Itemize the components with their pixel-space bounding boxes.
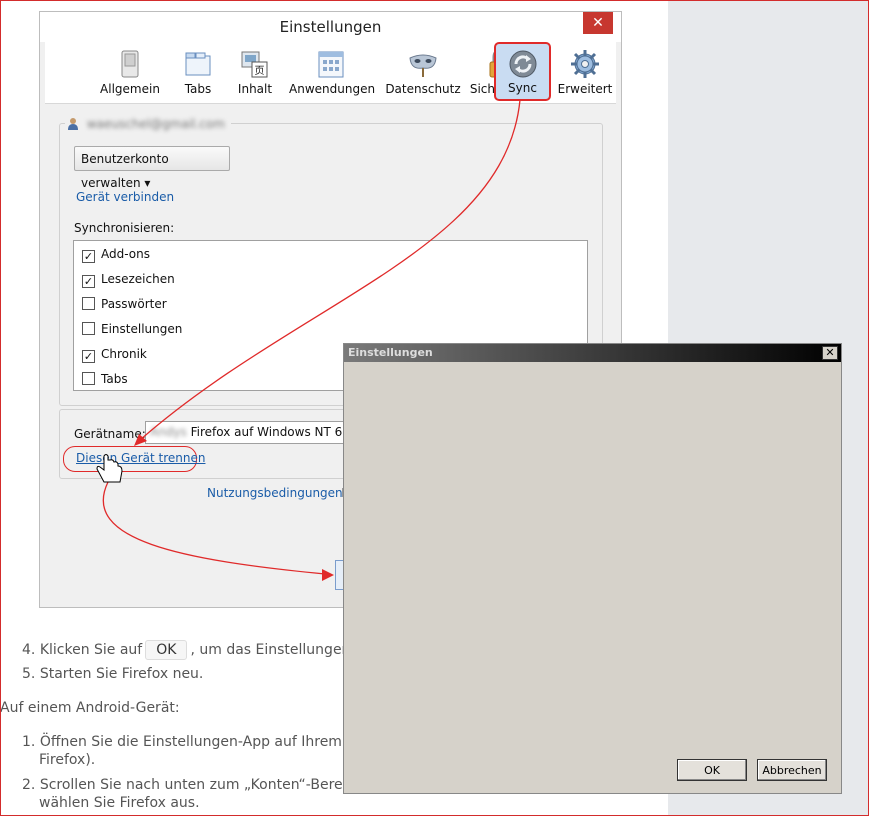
step-5: 5. Starten Sie Firefox neu. (22, 666, 204, 682)
tab-tabs[interactable]: Tabs (173, 44, 223, 100)
disconnect-device-link[interactable]: Diesen Gerät trennen (76, 451, 205, 465)
account-header: waeuschel@gmail.com (65, 117, 231, 131)
user-icon (67, 117, 83, 131)
android-step-1: 1. Öffnen Sie die Einstellungen-App auf … (22, 734, 357, 750)
account-email: waeuschel@gmail.com (86, 117, 225, 131)
mask-icon (409, 54, 437, 77)
close-icon[interactable]: ✕ (822, 346, 838, 360)
ok-button[interactable]: OK (677, 759, 747, 781)
tab-label: Sync (508, 81, 537, 95)
tab-label: Tabs (184, 82, 212, 96)
overlay-title: Einstellungen (348, 346, 433, 359)
sync-heading: Synchronisieren: (74, 221, 175, 235)
device-name-input[interactable]: Andys Firefox auf Windows NT 6.2; W (145, 421, 365, 444)
android-step-2-cont: wählen Sie Firefox aus. (39, 795, 200, 811)
android-heading: Auf einem Android-Gerät: (0, 700, 180, 716)
dialog-titlebar: Einstellungen ✕ (40, 12, 621, 42)
android-step-1-cont: Firefox). (39, 752, 96, 768)
tab-allgemein[interactable]: Allgemein (97, 44, 163, 100)
sync-item-passwords[interactable]: Passwörter (82, 297, 167, 315)
cancel-button[interactable]: Abbrechen (757, 759, 827, 781)
tab-label: Erweitert (557, 82, 613, 96)
tab-label: Datenschutz (385, 82, 461, 96)
content-icon: 页 (241, 51, 268, 78)
applications-icon (318, 51, 344, 78)
checkbox-checked[interactable]: ✓ (82, 250, 95, 263)
settings-overlay-dialog: Einstellungen ✕ OK Abbrechen (343, 343, 842, 794)
sync-item-preferences[interactable]: Einstellungen (82, 322, 182, 340)
overlay-titlebar: Einstellungen ✕ (344, 344, 841, 362)
tab-label: Anwendungen (289, 82, 376, 96)
checkbox-checked[interactable]: ✓ (82, 350, 95, 363)
connect-device-link[interactable]: Gerät verbinden (76, 190, 174, 204)
checkbox-unchecked[interactable] (82, 322, 95, 335)
tab-label: Inhalt (237, 82, 273, 96)
gear-icon (571, 50, 599, 78)
android-step-2: 2. Scrollen Sie nach unten zum „Konten“-… (22, 777, 355, 793)
manage-account-button[interactable]: Benutzerkonto verwalten ▾ (74, 146, 230, 190)
tabs-icon (185, 52, 211, 76)
sync-item-bookmarks[interactable]: ✓ Lesezeichen (82, 272, 175, 290)
dialog-title: Einstellungen (279, 18, 382, 36)
ok-key: OK (145, 640, 188, 660)
tab-label: Allgemein (100, 82, 160, 96)
tab-erweitert[interactable]: Erweitert (557, 44, 613, 100)
checkbox-checked[interactable]: ✓ (82, 275, 95, 288)
sync-item-history[interactable]: ✓ Chronik (82, 347, 147, 365)
checkbox-unchecked[interactable] (82, 372, 95, 385)
tab-datenschutz[interactable]: Datenschutz (383, 44, 463, 100)
close-icon[interactable]: ✕ (583, 12, 613, 34)
sync-item-addons[interactable]: ✓ Add-ons (82, 247, 150, 265)
device-name-label: Gerätname: (74, 427, 146, 441)
checkbox-unchecked[interactable] (82, 297, 95, 310)
sync-icon (509, 50, 536, 78)
tab-sync[interactable]: Sync (494, 42, 551, 101)
terms-link[interactable]: Nutzungsbedingungen (207, 486, 343, 500)
preferences-toolbar: Allgemein Tabs 页 Inhalt Anwendungen Date… (45, 42, 616, 104)
switch-icon (121, 50, 139, 78)
svg-text:页: 页 (255, 65, 265, 77)
tab-anwendungen[interactable]: Anwendungen (289, 44, 376, 100)
tab-inhalt[interactable]: 页 Inhalt (229, 44, 281, 100)
step-4: 4. Klicken Sie auf OK, um das Einstellung… (22, 640, 356, 660)
sync-item-tabs[interactable]: Tabs (82, 372, 128, 390)
